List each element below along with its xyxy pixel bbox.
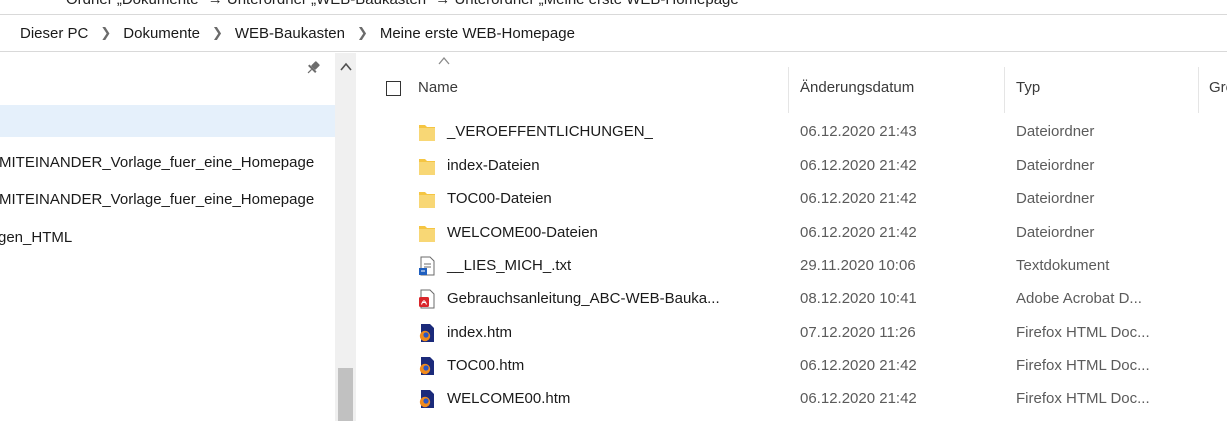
file-date: 06.12.2020 21:42 <box>800 224 917 241</box>
file-name: index-Dateien <box>447 157 540 174</box>
file-date: 06.12.2020 21:42 <box>800 190 917 207</box>
file-row[interactable]: WELCOME00.htm 06.12.2020 21:42 Firefox H… <box>356 387 1227 410</box>
file-date: 07.12.2020 11:26 <box>800 324 916 341</box>
file-date: 06.12.2020 21:42 <box>800 157 917 174</box>
folder-icon <box>419 159 435 175</box>
chevron-right-icon[interactable]: ❯ <box>100 25 111 41</box>
file-type: Dateiordner <box>1016 123 1095 140</box>
file-name: _VEROEFFENTLICHUNGEN_ <box>447 123 653 140</box>
column-divider[interactable] <box>1198 67 1199 113</box>
file-row[interactable]: _VEROEFFENTLICHUNGEN_ 06.12.2020 21:43 D… <box>356 120 1227 143</box>
file-name: __LIES_MICH_.txt <box>447 257 572 274</box>
column-header-size[interactable]: Größe <box>1209 79 1227 96</box>
file-type: Dateiordner <box>1016 157 1095 174</box>
pin-icon[interactable] <box>304 59 322 77</box>
file-date: 29.11.2020 10:06 <box>800 257 916 274</box>
chevron-right-icon[interactable]: ❯ <box>212 25 223 41</box>
file-date: 06.12.2020 21:43 <box>800 123 917 140</box>
file-row[interactable]: index.htm 07.12.2020 11:26 Firefox HTML … <box>356 321 1227 344</box>
cutoff-caption-text: Ordner „Dokumente“ → Unterordner „WEB-Ba… <box>66 0 744 8</box>
file-date: 06.12.2020 21:42 <box>800 357 917 374</box>
nav-item-html[interactable]: gen_HTML <box>0 221 335 253</box>
cutoff-caption: Ordner „Dokumente“ → Unterordner „WEB-Ba… <box>0 0 1227 14</box>
file-name: TOC00-Dateien <box>447 190 552 207</box>
file-row[interactable]: WELCOME00-Dateien 06.12.2020 21:42 Datei… <box>356 221 1227 244</box>
file-date: 06.12.2020 21:42 <box>800 390 917 407</box>
nav-item-vorlage-1[interactable]: -MITEINANDER_Vorlage_fuer_eine_Homepage <box>0 146 335 178</box>
firefox-html-icon <box>419 357 434 375</box>
nav-item-selected[interactable] <box>0 105 335 137</box>
breadcrumb-this-pc[interactable]: Dieser PC <box>20 25 88 42</box>
explorer-content: -MITEINANDER_Vorlage_fuer_eine_Homepage … <box>0 53 1227 421</box>
text-file-icon <box>419 256 435 276</box>
nav-item-label: -MITEINANDER_Vorlage_fuer_eine_Homepage <box>0 190 315 208</box>
pdf-icon <box>419 289 435 309</box>
file-name: Gebrauchsanleitung_ABC-WEB-Bauka... <box>447 290 720 307</box>
sort-ascending-icon <box>438 57 450 65</box>
file-row[interactable]: __LIES_MICH_.txt 29.11.2020 10:06 Textdo… <box>356 254 1227 277</box>
column-header-row: Name Änderungsdatum Typ Größe <box>356 53 1227 119</box>
breadcrumb-web-baukasten[interactable]: WEB-Baukasten <box>235 25 345 42</box>
file-type: Dateiordner <box>1016 190 1095 207</box>
nav-item-label: -MITEINANDER_Vorlage_fuer_eine_Homepage <box>0 153 315 171</box>
file-row[interactable]: Gebrauchsanleitung_ABC-WEB-Bauka... 08.1… <box>356 287 1227 310</box>
select-all-checkbox[interactable] <box>386 81 401 96</box>
firefox-html-icon <box>419 390 434 408</box>
column-divider[interactable] <box>788 67 789 113</box>
nav-item-vorlage-2[interactable]: -MITEINANDER_Vorlage_fuer_eine_Homepage <box>0 183 335 215</box>
file-type: Adobe Acrobat D... <box>1016 290 1142 307</box>
firefox-html-icon <box>419 324 434 342</box>
breadcrumb-documents[interactable]: Dokumente <box>123 25 200 42</box>
breadcrumb-current-folder[interactable]: Meine erste WEB-Homepage <box>380 25 575 42</box>
file-type: Textdokument <box>1016 257 1110 274</box>
file-type: Firefox HTML Doc... <box>1016 390 1150 407</box>
folder-icon <box>419 125 435 141</box>
file-type: Dateiordner <box>1016 224 1095 241</box>
column-header-type[interactable]: Typ <box>1016 79 1040 96</box>
breadcrumb: Dieser PC ❯ Dokumente ❯ WEB-Baukasten ❯ … <box>0 14 1227 52</box>
navigation-pane: -MITEINANDER_Vorlage_fuer_eine_Homepage … <box>0 53 335 421</box>
file-name: WELCOME00.htm <box>447 390 571 407</box>
file-name: index.htm <box>447 324 513 341</box>
file-date: 08.12.2020 10:41 <box>800 290 917 307</box>
file-name: WELCOME00-Dateien <box>447 224 598 241</box>
file-row[interactable]: index-Dateien 06.12.2020 21:42 Dateiordn… <box>356 154 1227 177</box>
file-row[interactable]: TOC00-Dateien 06.12.2020 21:42 Dateiordn… <box>356 187 1227 210</box>
column-header-date[interactable]: Änderungsdatum <box>800 79 914 96</box>
chevron-right-icon[interactable]: ❯ <box>357 25 368 41</box>
column-header-name[interactable]: Name <box>418 79 458 96</box>
file-type: Firefox HTML Doc... <box>1016 357 1150 374</box>
file-name: TOC00.htm <box>447 357 525 374</box>
folder-icon <box>419 226 435 242</box>
folder-icon <box>419 192 435 208</box>
file-row[interactable]: TOC00.htm 06.12.2020 21:42 Firefox HTML … <box>356 354 1227 377</box>
nav-item-label: gen_HTML <box>0 228 73 246</box>
nav-scrollbar[interactable] <box>335 53 356 421</box>
scroll-up-icon[interactable] <box>340 62 352 72</box>
column-divider[interactable] <box>1004 67 1005 113</box>
scrollbar-thumb[interactable] <box>338 368 353 421</box>
file-type: Firefox HTML Doc... <box>1016 324 1150 341</box>
